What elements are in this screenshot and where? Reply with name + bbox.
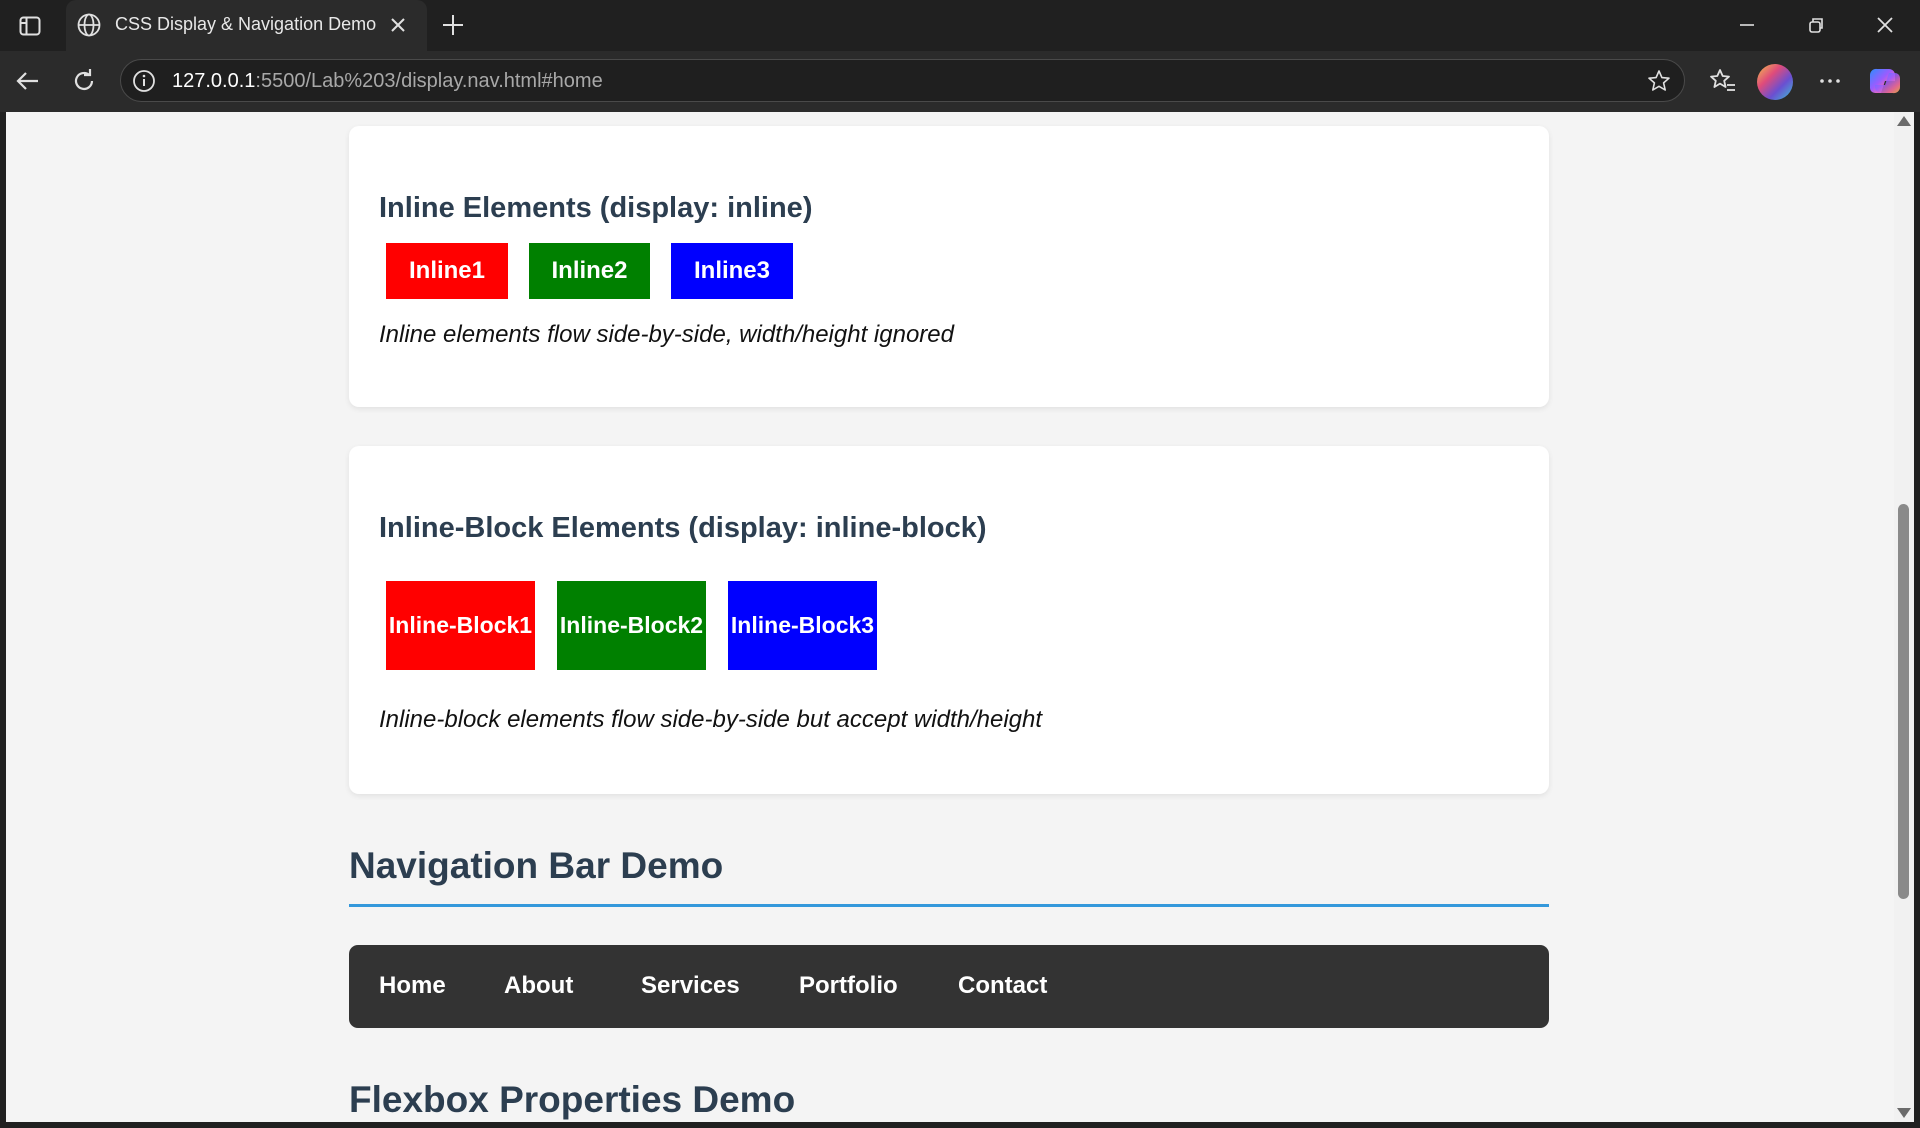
nav-link-contact[interactable]: Contact <box>958 972 1047 1000</box>
close-window-icon[interactable] <box>1871 11 1899 39</box>
demo-navbar: Home About Services Portfolio Contact <box>349 945 1549 1028</box>
page-viewport[interactable]: Inline Elements (display: inline) Inline… <box>6 112 1894 1122</box>
tab-bar: CSS Display & Navigation Demo <box>0 0 1920 51</box>
globe-icon <box>77 13 101 37</box>
url-path: :5500/Lab%203/display.nav.html#home <box>255 70 603 92</box>
url-host: 127.0.0.1 <box>172 70 256 92</box>
tab-title: CSS Display & Navigation Demo <box>115 14 377 34</box>
inline-block-heading: Inline-Block Elements (display: inline-b… <box>379 512 987 544</box>
restore-icon[interactable] <box>1802 11 1830 39</box>
nav-demo-heading-rule <box>349 904 1549 907</box>
window-bottom-edge <box>0 1122 1920 1128</box>
inline-block-box-3: Inline-Block3 <box>728 581 877 670</box>
scroll-thumb[interactable] <box>1898 504 1909 899</box>
minimize-icon[interactable] <box>1733 11 1761 39</box>
scroll-up-arrow-icon[interactable] <box>1897 116 1911 126</box>
favorite-star-icon[interactable] <box>1646 68 1672 94</box>
url-text[interactable]: 127.0.0.1:5500/Lab%203/display.nav.html#… <box>172 70 603 93</box>
inline-box-1-label: Inline1 <box>408 257 486 284</box>
active-tab[interactable]: CSS Display & Navigation Demo <box>66 0 427 51</box>
scroll-down-arrow-icon[interactable] <box>1897 1108 1911 1118</box>
inline-demo-card: Inline Elements (display: inline) Inline… <box>349 126 1549 407</box>
inline-block-box-3-label: Inline-Block3 <box>730 612 875 638</box>
copilot-icon[interactable] <box>1867 63 1903 99</box>
flexbox-demo-heading: Flexbox Properties Demo <box>349 1079 796 1120</box>
site-info-icon[interactable] <box>131 68 157 94</box>
reload-icon[interactable] <box>68 65 100 97</box>
inline-block-box-1-label: Inline-Block1 <box>388 612 533 638</box>
inline-box-3-label: Inline3 <box>693 257 771 284</box>
nav-demo-heading: Navigation Bar Demo <box>349 845 724 886</box>
close-tab-icon[interactable] <box>386 13 410 37</box>
nav-link-services[interactable]: Services <box>641 972 740 1000</box>
inline-block-box-1: Inline-Block1 <box>386 581 535 670</box>
inline-block-box-2-label: Inline-Block2 <box>559 612 704 638</box>
inline-block-note: Inline-block elements flow side-by-side … <box>379 706 1043 733</box>
inline-block-demo-card: Inline-Block Elements (display: inline-b… <box>349 446 1549 794</box>
inline-heading: Inline Elements (display: inline) <box>379 192 813 224</box>
inline-box-3: Inline3 <box>671 243 793 299</box>
sidebar-toggle-icon[interactable] <box>16 12 44 40</box>
nav-link-portfolio[interactable]: Portfolio <box>799 972 898 1000</box>
inline-box-2: Inline2 <box>529 243 650 299</box>
page-scrollbar[interactable] <box>1894 112 1914 1122</box>
favorites-icon[interactable] <box>1707 65 1739 97</box>
inline-box-2-label: Inline2 <box>551 257 628 284</box>
back-icon[interactable] <box>12 65 44 97</box>
nav-link-about[interactable]: About <box>504 972 573 1000</box>
new-tab-icon[interactable] <box>439 11 467 39</box>
inline-block-box-2: Inline-Block2 <box>557 581 706 670</box>
nav-link-home[interactable]: Home <box>379 972 446 1000</box>
inline-box-1: Inline1 <box>386 243 508 299</box>
address-bar[interactable]: 127.0.0.1:5500/Lab%203/display.nav.html#… <box>120 59 1685 102</box>
more-options-icon[interactable] <box>1814 65 1846 97</box>
profile-avatar[interactable] <box>1757 64 1793 100</box>
inline-note: Inline elements flow side-by-side, width… <box>379 321 954 348</box>
browser-toolbar: 127.0.0.1:5500/Lab%203/display.nav.html#… <box>0 51 1920 112</box>
